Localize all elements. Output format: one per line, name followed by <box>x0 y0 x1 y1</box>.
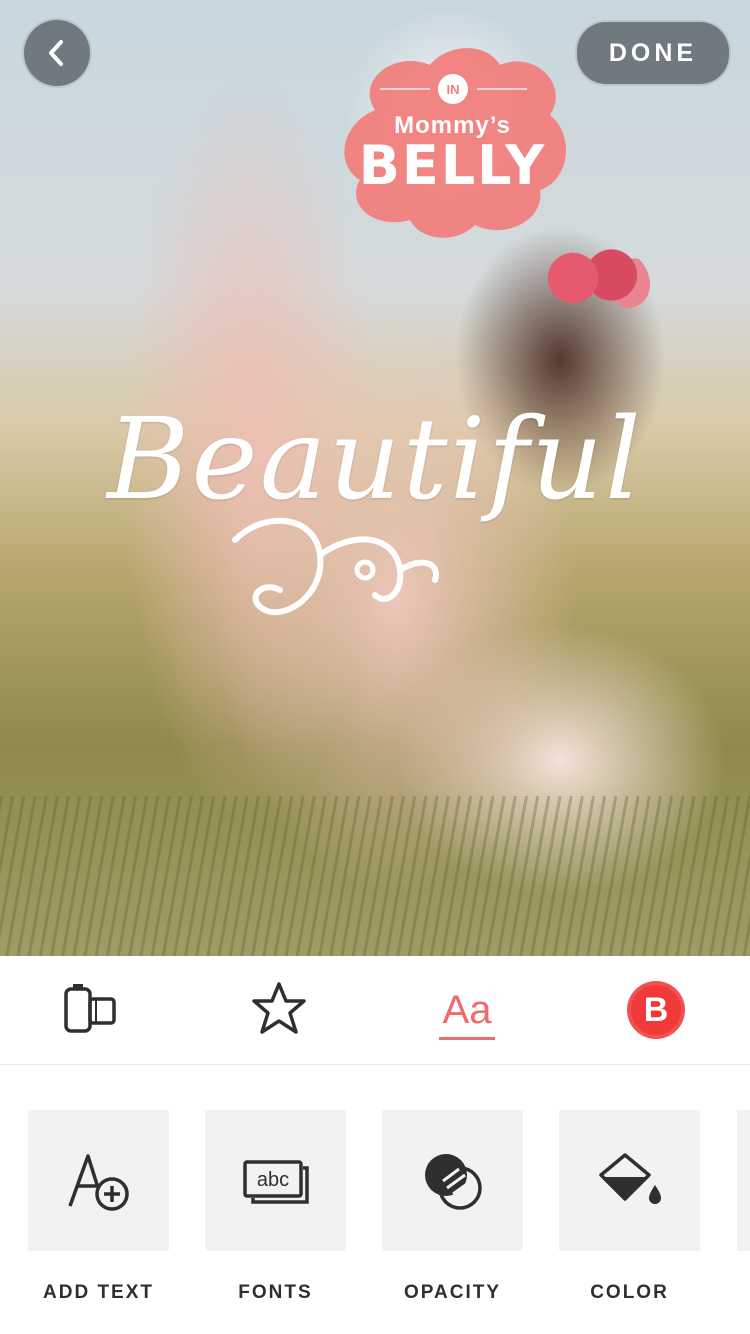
photo-canvas[interactable]: DONE IN Mommy’s BELLY Beautiful <box>0 0 750 956</box>
next-option-peek[interactable] <box>737 1110 750 1251</box>
flourish-ornament <box>232 517 439 616</box>
paint-bucket-icon <box>598 1152 661 1204</box>
editor-toolbar: Aa B <box>0 956 750 1065</box>
active-tab-indicator <box>438 1037 496 1040</box>
toolbar-stickers-tab[interactable] <box>219 956 339 1064</box>
toolbar-badge-tab[interactable]: B <box>596 956 716 1064</box>
option-label: FONTS <box>238 1282 313 1303</box>
option-label: OPACITY <box>403 1282 502 1303</box>
sticker-in-badge: IN <box>438 74 468 104</box>
add-text-tile[interactable] <box>28 1110 169 1251</box>
fonts-tile[interactable]: abc <box>205 1110 346 1251</box>
color-tile[interactable] <box>559 1110 700 1251</box>
back-button[interactable] <box>22 18 92 88</box>
mommys-belly-sticker[interactable]: IN Mommy’s BELLY <box>335 40 570 240</box>
toolbar-filters-tab[interactable] <box>30 956 150 1064</box>
option-label: ADD TEXT <box>43 1282 154 1303</box>
option-opacity[interactable]: OPACITY <box>382 1110 523 1303</box>
option-color[interactable]: COLOR <box>559 1110 700 1303</box>
opacity-icon <box>424 1153 482 1210</box>
chevron-left-icon <box>49 40 63 66</box>
option-label: COLOR <box>590 1282 669 1303</box>
sticker-badge-icon: B <box>627 981 685 1039</box>
flower-headband <box>540 248 650 308</box>
option-add-text[interactable]: ADD TEXT <box>28 1110 169 1303</box>
text-icon: Aa <box>438 988 496 1040</box>
opacity-tile[interactable] <box>382 1110 523 1251</box>
sticker-belly-text: BELLY <box>358 134 547 197</box>
fonts-icon: abc <box>242 1159 309 1204</box>
toolbar-text-tab[interactable]: Aa <box>407 956 527 1064</box>
option-fonts[interactable]: abc FONTS <box>205 1110 346 1303</box>
grass-texture <box>0 796 750 956</box>
badge-letter: B <box>643 990 669 1029</box>
svg-text:abc: abc <box>256 1169 288 1191</box>
filmstrip-icon <box>64 984 116 1033</box>
done-button[interactable]: DONE <box>575 20 731 86</box>
text-tab-label: Aa <box>442 988 492 1032</box>
sparkle-star-icon <box>252 982 306 1034</box>
add-text-icon <box>67 1153 129 1211</box>
